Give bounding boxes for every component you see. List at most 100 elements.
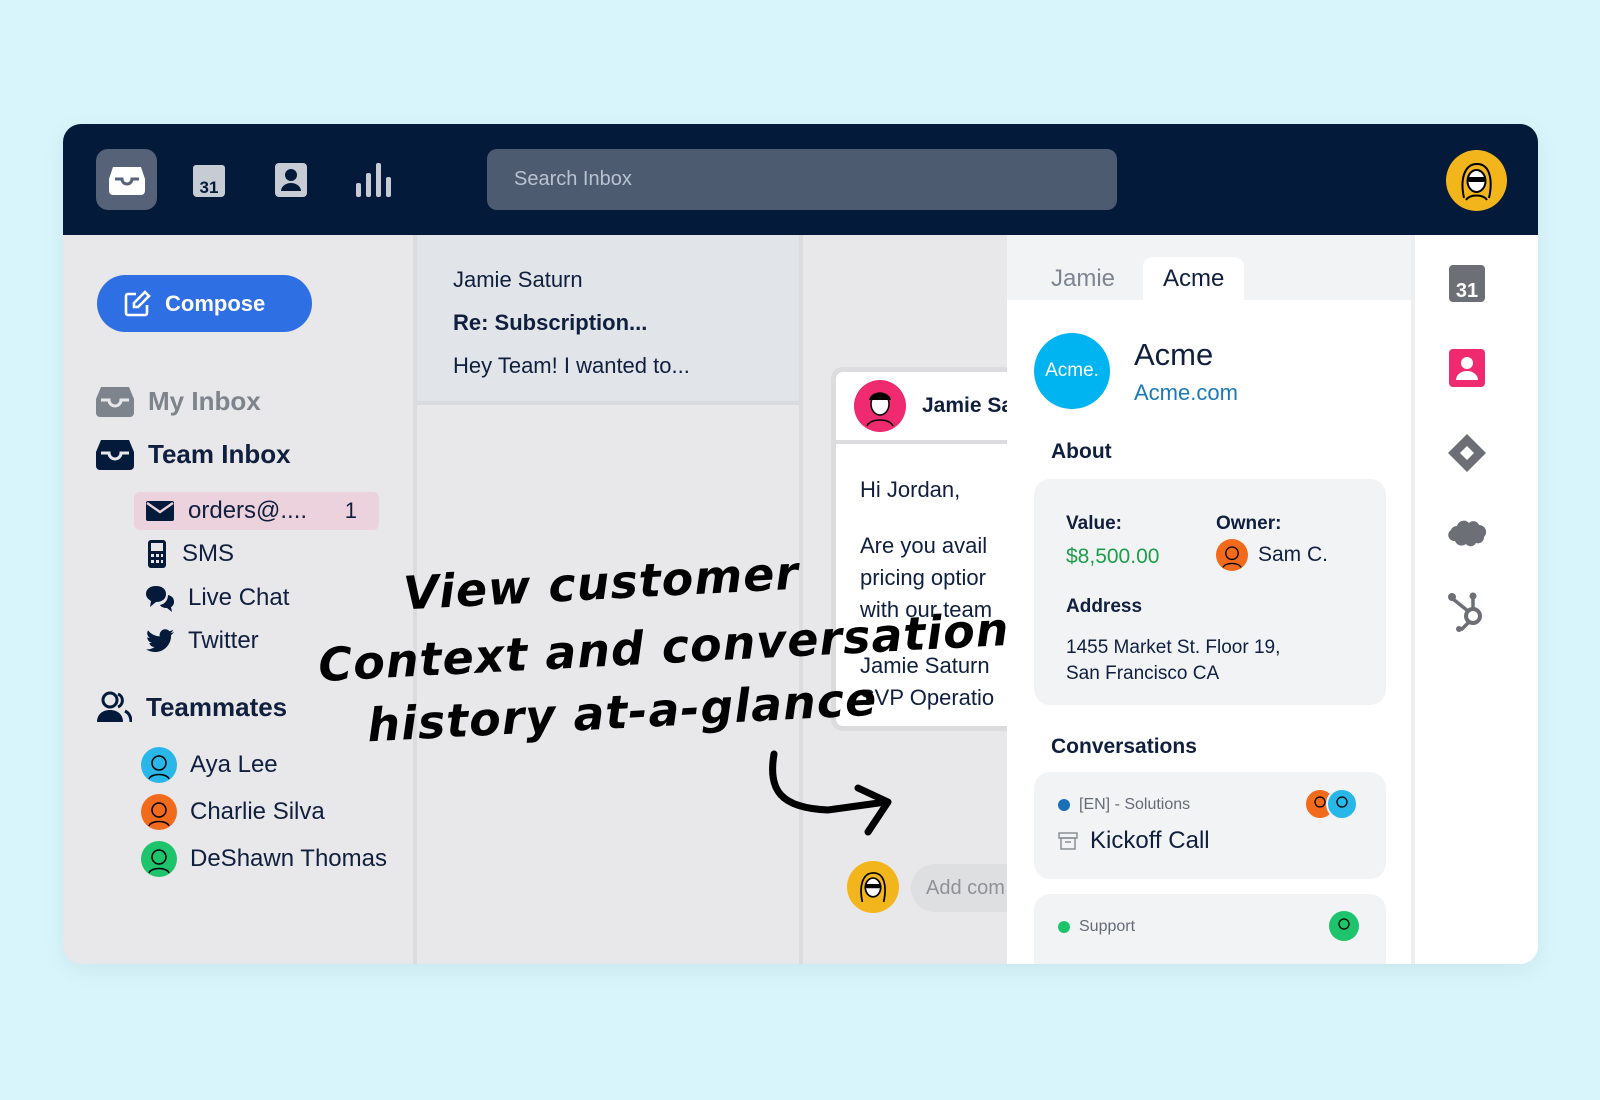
teammate-aya-lee[interactable]: Aya Lee [141, 747, 278, 783]
avatar [141, 841, 177, 877]
message-subject: Re: Subscription... [453, 310, 648, 335]
teammate-name: DeShawn Thomas [190, 845, 387, 872]
left-sidebar: Compose My Inbox Team Inbox orders@.... … [63, 235, 413, 964]
contact-card-icon [1449, 349, 1485, 387]
commenter-avatar [847, 861, 899, 913]
channel-label: SMS [182, 540, 235, 567]
participants-avatars [1304, 788, 1358, 820]
contacts-nav-button[interactable] [260, 149, 321, 210]
hubspot-icon [1448, 592, 1482, 632]
jira-integration[interactable] [1447, 433, 1487, 473]
email-signature-title: SVP Operatio [860, 685, 995, 710]
svg-text:31: 31 [1456, 280, 1478, 302]
tab-jamie[interactable]: Jamie [1031, 257, 1135, 300]
conversation-view: Jamie Sa Hi Jordan, Are you avail pricin… [803, 235, 1007, 964]
analytics-nav-button[interactable] [342, 149, 403, 210]
avatar [1216, 539, 1248, 571]
conversation-card[interactable]: Support [1034, 894, 1386, 964]
customer-context-panel: Jamie Acme Acme. Acme Acme.com About Val… [1007, 235, 1411, 964]
calendar-icon: 31 [192, 164, 225, 197]
user-face-icon [860, 872, 886, 903]
person-face-icon [148, 802, 170, 827]
channel-twitter[interactable]: Twitter [146, 627, 259, 655]
teammate-name: Charlie Silva [190, 798, 325, 825]
conversation-tag-label: Support [1079, 918, 1136, 935]
team-inbox-item[interactable]: Team Inbox [96, 438, 291, 470]
tab-acme[interactable]: Acme [1143, 257, 1245, 300]
teammate-deshawn-thomas[interactable]: DeShawn Thomas [141, 841, 387, 877]
avatar [141, 794, 177, 830]
avatar [141, 747, 177, 783]
email-header: Jamie Sa [836, 372, 1007, 444]
person-face-icon [148, 755, 170, 780]
calendar-integration[interactable]: 31 [1447, 263, 1487, 303]
conversation-tag-label: [EN] - Solutions [1079, 796, 1191, 813]
address-label: Address [1066, 596, 1143, 617]
user-avatar[interactable] [1446, 150, 1507, 211]
calendar-nav-button[interactable]: 31 [178, 149, 239, 210]
channel-orders[interactable]: orders@.... 1 [134, 492, 379, 530]
channel-label: Live Chat [188, 584, 290, 611]
team-inbox-label: Team Inbox [148, 438, 291, 469]
jira-icon [1448, 434, 1486, 472]
message-preview: Hey Team! I wanted to... [453, 353, 690, 378]
inbox-nav-button[interactable] [96, 149, 157, 210]
svg-text:31: 31 [199, 178, 218, 197]
email-line: pricing optior [860, 565, 986, 590]
teammates-icon [97, 691, 132, 723]
email-line: Are you avail [860, 533, 988, 558]
search-input[interactable] [487, 149, 1117, 210]
top-bar: 31 [63, 124, 1538, 235]
add-comment-input[interactable] [911, 864, 1007, 912]
compose-icon [124, 289, 151, 316]
conversation-card[interactable]: [EN] - Solutions Kickoff Call [1034, 772, 1386, 879]
compose-label: Compose [165, 290, 266, 316]
channel-live-chat[interactable]: Live Chat [146, 584, 289, 612]
email-greeting: Hi Jordan, [860, 477, 961, 502]
teammate-charlie-silva[interactable]: Charlie Silva [141, 794, 325, 830]
salesforce-integration[interactable] [1447, 513, 1487, 553]
status-dot [1058, 799, 1070, 811]
teammates-header[interactable]: Teammates [96, 691, 287, 723]
company-logo: Acme. [1034, 333, 1110, 409]
my-inbox-item[interactable]: My Inbox [96, 385, 261, 417]
calendar-icon: 31 [1449, 265, 1485, 302]
teammate-name: Aya Lee [190, 751, 278, 778]
teammates-label: Teammates [146, 691, 288, 722]
about-card: Value: $8,500.00 Owner: Sam C. Address 1… [1034, 479, 1386, 705]
salesforce-icon [1448, 520, 1487, 547]
participant-avatar [1329, 911, 1359, 941]
archive-icon [1058, 832, 1078, 850]
compose-button[interactable]: Compose [97, 275, 312, 332]
conversation-subject: Kickoff Call [1058, 827, 1210, 855]
channel-sms[interactable]: SMS [146, 540, 234, 568]
contacts-icon [274, 162, 307, 197]
owner-chip[interactable]: Sam C. [1216, 539, 1328, 571]
conversation-tag: [EN] - Solutions [1058, 796, 1190, 814]
message-list-item[interactable]: Jamie Saturn Re: Subscription... Hey Tea… [417, 235, 799, 405]
status-dot [1058, 921, 1070, 933]
company-website-link[interactable]: Acme.com [1134, 380, 1238, 406]
conversations-heading: Conversations [1051, 735, 1197, 758]
message-sender: Jamie Saturn [453, 267, 583, 292]
chat-icon [146, 586, 174, 612]
conversation-subject-text: Kickoff Call [1090, 827, 1210, 854]
channel-label: orders@.... [188, 497, 308, 524]
address-line: San Francisco CA [1066, 663, 1220, 684]
conversation-tag: Support [1058, 918, 1135, 936]
owner-label: Owner: [1216, 513, 1282, 534]
value-label: Value: [1066, 513, 1122, 534]
inbox-icon [108, 166, 145, 195]
contact-integration[interactable] [1447, 348, 1487, 388]
channel-label: Twitter [188, 627, 259, 654]
unread-count: 1 [344, 498, 357, 523]
inbox-tray-icon [96, 387, 134, 417]
panel-tabs: Jamie Acme [1007, 235, 1411, 300]
hubspot-integration[interactable] [1447, 591, 1487, 632]
user-face-icon [1461, 162, 1492, 201]
analytics-icon [355, 162, 391, 197]
envelope-icon [146, 501, 174, 521]
owner-name: Sam C. [1258, 543, 1329, 566]
inbox-tray-icon [96, 440, 134, 470]
company-name: Acme [1134, 337, 1214, 372]
